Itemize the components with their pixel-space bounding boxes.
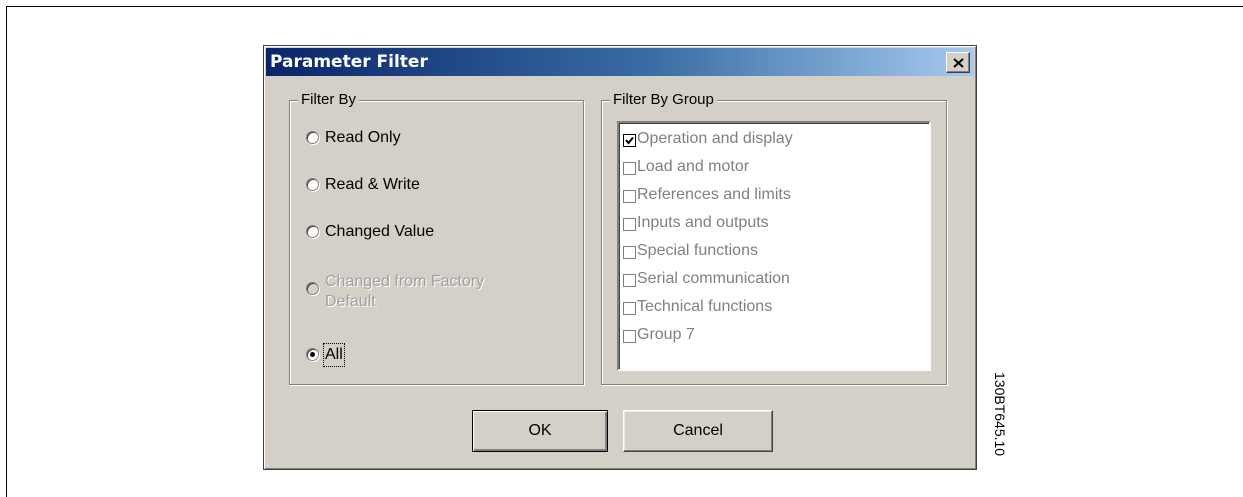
list-item-label: References and limits: [637, 186, 791, 203]
dialog-titlebar[interactable]: Parameter Filter: [266, 48, 974, 76]
figure-code: 130BT645.10: [992, 372, 1008, 457]
radio-circle: [306, 178, 319, 191]
radio-label: Changed Value: [325, 223, 435, 240]
checkbox[interactable]: [623, 274, 636, 287]
close-icon: [952, 57, 964, 68]
checkbox[interactable]: [623, 190, 636, 203]
checkbox[interactable]: [623, 218, 636, 231]
list-item-label: Load and motor: [637, 158, 750, 175]
cancel-button[interactable]: Cancel: [623, 410, 773, 452]
radio-label: Changed from Factory Default: [325, 273, 485, 310]
list-item-label: Special functions: [637, 242, 758, 259]
filter-by-group-groupbox: Filter By Group Operation and display Lo…: [601, 91, 947, 385]
list-item-label: Operation and display: [637, 130, 793, 147]
filter-by-group-label: Filter By Group: [610, 91, 717, 109]
checkmark-icon: [625, 136, 634, 145]
dialog-title: Parameter Filter: [270, 52, 428, 72]
checkbox[interactable]: [623, 134, 636, 147]
radio-label: Read & Write: [325, 176, 420, 193]
checkbox[interactable]: [623, 246, 636, 259]
parameter-filter-dialog: Parameter Filter Filter By Read Only Rea…: [263, 45, 977, 470]
radio-circle: [306, 348, 319, 361]
list-item-label: Inputs and outputs: [637, 214, 769, 231]
radio-selected-dot: [310, 352, 315, 357]
list-item-label: Technical functions: [637, 298, 773, 315]
filter-by-groupbox: Filter By Read Only Read & Write Changed…: [289, 91, 584, 385]
filter-by-label: Filter By: [298, 91, 360, 109]
radio-label: All: [323, 343, 345, 367]
checkbox[interactable]: [623, 162, 636, 175]
list-item-label: Group 7: [637, 326, 695, 343]
radio-circle: [306, 131, 319, 144]
checkbox[interactable]: [623, 330, 636, 343]
page-frame-left-border: [6, 6, 7, 497]
checkbox[interactable]: [623, 302, 636, 315]
radio-label: Read Only: [325, 129, 401, 146]
radio-circle: [306, 225, 319, 238]
page-frame-top-border: [6, 6, 1243, 7]
ok-button[interactable]: OK: [472, 410, 608, 452]
close-button[interactable]: [946, 52, 970, 73]
radio-circle: [306, 282, 319, 295]
list-item-label: Serial communication: [637, 270, 790, 287]
group-checklist[interactable]: Operation and display Load and motor Ref…: [617, 121, 931, 371]
